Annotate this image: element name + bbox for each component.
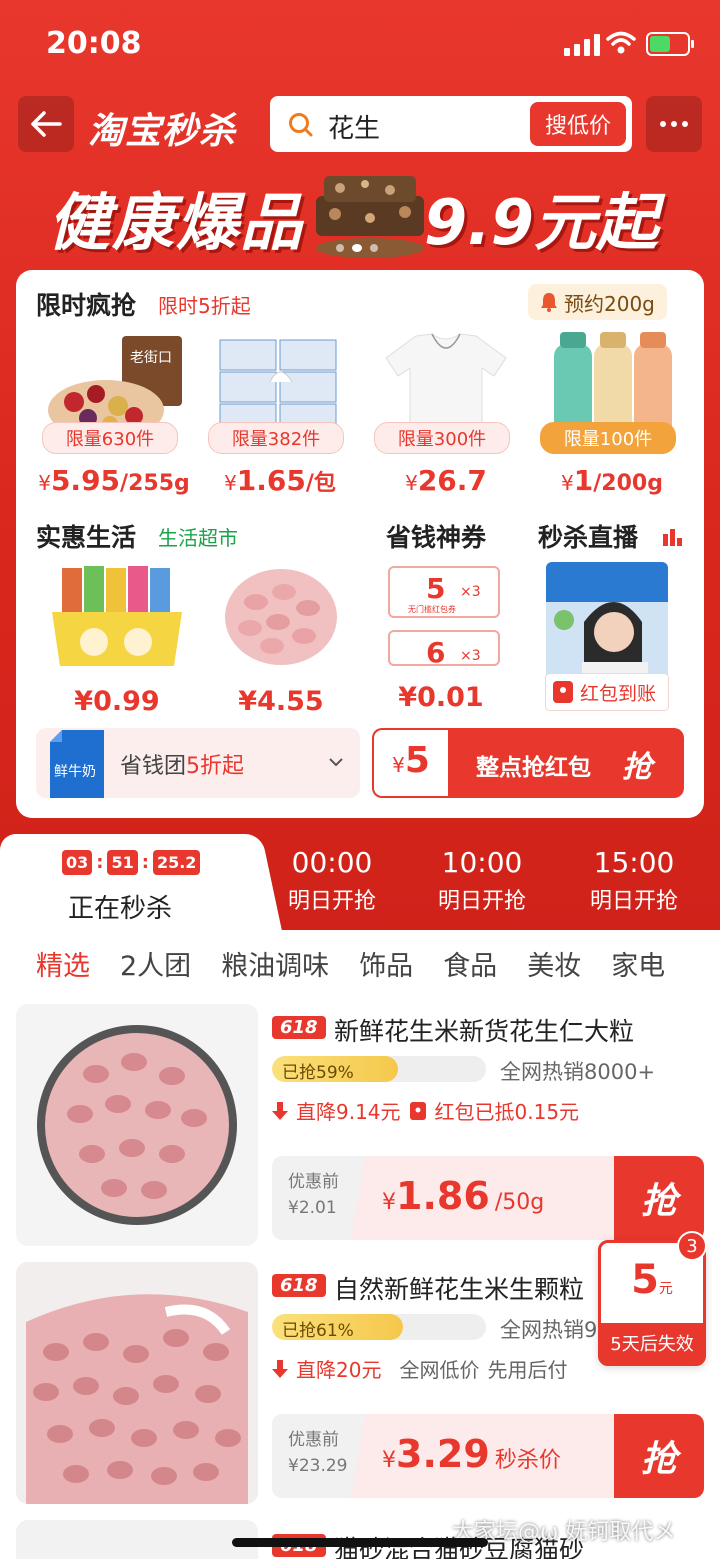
hot-sales-text: 全网热销8000+ xyxy=(500,1060,656,1084)
arrow-left-icon xyxy=(31,111,62,137)
sold-progress: 已抢59% xyxy=(272,1056,486,1082)
more-button[interactable] xyxy=(646,96,702,152)
search-icon xyxy=(289,113,313,137)
session-tabs: 03: 51: 25.2 正在秒杀 00:00 明日开抢 10:00 明日开抢 15… xyxy=(0,830,720,934)
product-image xyxy=(16,1520,258,1559)
top-navbar: 淘宝秒杀 花生 搜低价 xyxy=(0,96,720,152)
quota-badge: 限量630件 xyxy=(42,422,178,454)
product-title: 新鲜花生米新货花生仁大粒 xyxy=(334,1017,635,1046)
tab-now[interactable]: 03: 51: 25.2 正在秒杀 xyxy=(0,834,250,934)
flash-sale-title[interactable]: 限时疯抢 xyxy=(36,286,136,322)
redpack-icon xyxy=(409,1101,426,1120)
taobao-seckill-logo: 淘宝秒杀 xyxy=(88,111,237,152)
quota-badge: 限量100件 xyxy=(540,422,676,454)
floating-coupon[interactable]: 3 5元 5天后失效 xyxy=(598,1231,707,1366)
search-bar[interactable]: 花生 搜低价 xyxy=(270,96,632,152)
svg-text:鲜牛奶: 鲜牛奶 xyxy=(54,764,96,780)
chevron-down-icon xyxy=(329,758,343,767)
product-item[interactable]: 618 新鲜花生米新货花生仁大粒 已抢59% 全网热销8000+ 直降9.14元… xyxy=(0,1004,720,1250)
saving-group-bar[interactable]: 鲜牛奶 省钱团5折起 xyxy=(36,728,360,798)
status-time: 20:08 xyxy=(46,26,142,61)
life-subtitle: 生活超市 xyxy=(158,526,238,550)
quota-badge: 限量382件 xyxy=(208,422,344,454)
category-tab[interactable]: 家电 xyxy=(599,944,665,988)
grab-button[interactable]: 抢 xyxy=(614,1156,704,1240)
tab-session-1500[interactable]: 15:00 明日开抢 xyxy=(564,846,704,915)
category-tab[interactable]: 2人团 xyxy=(108,944,209,988)
hongbao-text: 整点抢红包 xyxy=(476,755,591,781)
coupon-value: 5元 xyxy=(631,1257,673,1303)
redpack-badge[interactable]: 红包到账 xyxy=(546,674,668,710)
tab-now-label: 正在秒杀 xyxy=(68,894,173,924)
coupon-title[interactable]: 省钱神券 xyxy=(386,518,486,554)
arrow-down-icon xyxy=(272,1359,288,1378)
reserve-button[interactable]: 预约200g xyxy=(528,284,667,320)
life-price: ¥4.55 xyxy=(238,686,324,717)
category-tab[interactable]: 精选 xyxy=(0,944,108,988)
live-title[interactable]: 秒杀直播 xyxy=(538,518,638,554)
banner-price: 9.9元起 xyxy=(424,186,658,259)
category-tab[interactable]: 饰品 xyxy=(347,944,431,988)
flash-price: ¥26.7 xyxy=(405,464,487,497)
promo-line: 直降20元 全网低价 先用后付 xyxy=(272,1354,567,1383)
tab-session-1000[interactable]: 10:00 明日开抢 xyxy=(412,846,552,915)
product-image xyxy=(16,1004,258,1246)
countdown: 03: 51: 25.2 xyxy=(62,850,201,875)
flash-price: ¥1.65/包 xyxy=(224,464,336,497)
category-tab[interactable]: 美妆 xyxy=(515,944,599,988)
seckill-entry-card: 限时疯抢 限时5折起 预约200g 老街口 限量630件 ¥5.95/255g … xyxy=(16,270,704,818)
flash-price: ¥5.95/255g xyxy=(38,464,190,497)
milk-carton-image: 鲜牛奶 xyxy=(50,730,104,798)
flash-price: ¥1/200g xyxy=(561,464,663,497)
banner-pagination xyxy=(336,244,378,252)
wifi-icon xyxy=(606,31,636,54)
hongbao-bar[interactable]: ¥5 整点抢红包 抢 xyxy=(372,728,684,798)
life-product-2[interactable]: ¥4.55 xyxy=(206,562,356,717)
promo-line: 直降9.14元 红包已抵0.15元 xyxy=(272,1096,579,1125)
reserve-label: 预约200g xyxy=(564,291,655,316)
coupon-price-wrap: ¥0.01 xyxy=(366,562,516,713)
life-product-1[interactable]: ¥0.99 xyxy=(42,562,192,717)
buy-bar[interactable]: 优惠前 ¥23.29 ¥3.29 秒杀价 抢 xyxy=(272,1414,704,1498)
grab-button[interactable]: 抢 xyxy=(614,1414,704,1498)
battery-icon xyxy=(646,32,694,56)
search-input[interactable]: 花生 xyxy=(328,108,380,145)
category-tabs: 精选 2人团 粮油调味 饰品 食品 美妆 家电 xyxy=(0,944,720,988)
hot-sales-text: 全网热销9 xyxy=(500,1318,598,1342)
arrow-down-icon xyxy=(272,1101,288,1120)
product-title: 自然新鲜花生米生颗粒 xyxy=(334,1275,585,1304)
618-badge: 618 xyxy=(272,1274,326,1297)
banner-headline: 健康爆品 xyxy=(48,186,305,259)
current-price: ¥1.86 /50g xyxy=(382,1174,545,1218)
peanut-image xyxy=(225,569,337,665)
live-bars-icon xyxy=(663,529,682,546)
tab-session-0000[interactable]: 00:00 明日开抢 xyxy=(262,846,402,915)
coupon-expiry: 5天后失效 xyxy=(601,1323,703,1363)
coupon-price: ¥0.01 xyxy=(398,682,484,713)
flash-sale-subtitle: 限时5折起 xyxy=(158,294,251,318)
hongbao-amount: ¥5 xyxy=(374,730,448,796)
snack-box-image xyxy=(52,566,182,666)
back-button[interactable] xyxy=(18,96,74,152)
svg-text:老街口: 老街口 xyxy=(130,350,172,366)
hongbao-grab-button[interactable]: 抢 xyxy=(622,742,652,786)
promo-banner[interactable]: 健康爆品 9.9元起 xyxy=(0,160,720,268)
618-badge: 618 xyxy=(272,1016,326,1039)
buy-bar[interactable]: 优惠前 ¥2.01 ¥1.86 /50g 抢 xyxy=(272,1156,704,1240)
bell-icon xyxy=(541,293,557,312)
signal-icon xyxy=(564,34,600,56)
life-price: ¥0.99 xyxy=(74,686,160,717)
search-button[interactable]: 搜低价 xyxy=(530,102,626,146)
redpack-icon xyxy=(553,681,573,703)
sold-progress: 已抢61% xyxy=(272,1314,486,1340)
life-title[interactable]: 实惠生活 xyxy=(36,518,136,554)
current-price: ¥3.29 秒杀价 xyxy=(382,1432,561,1476)
category-tab[interactable]: 粮油调味 xyxy=(209,944,347,988)
product-image xyxy=(16,1262,258,1504)
quota-badge: 限量300件 xyxy=(374,422,510,454)
saving-group-label: 省钱团5折起 xyxy=(120,754,245,779)
category-tab[interactable]: 食品 xyxy=(431,944,515,988)
status-bar: 20:08 xyxy=(0,0,720,88)
home-indicator[interactable] xyxy=(232,1538,488,1547)
